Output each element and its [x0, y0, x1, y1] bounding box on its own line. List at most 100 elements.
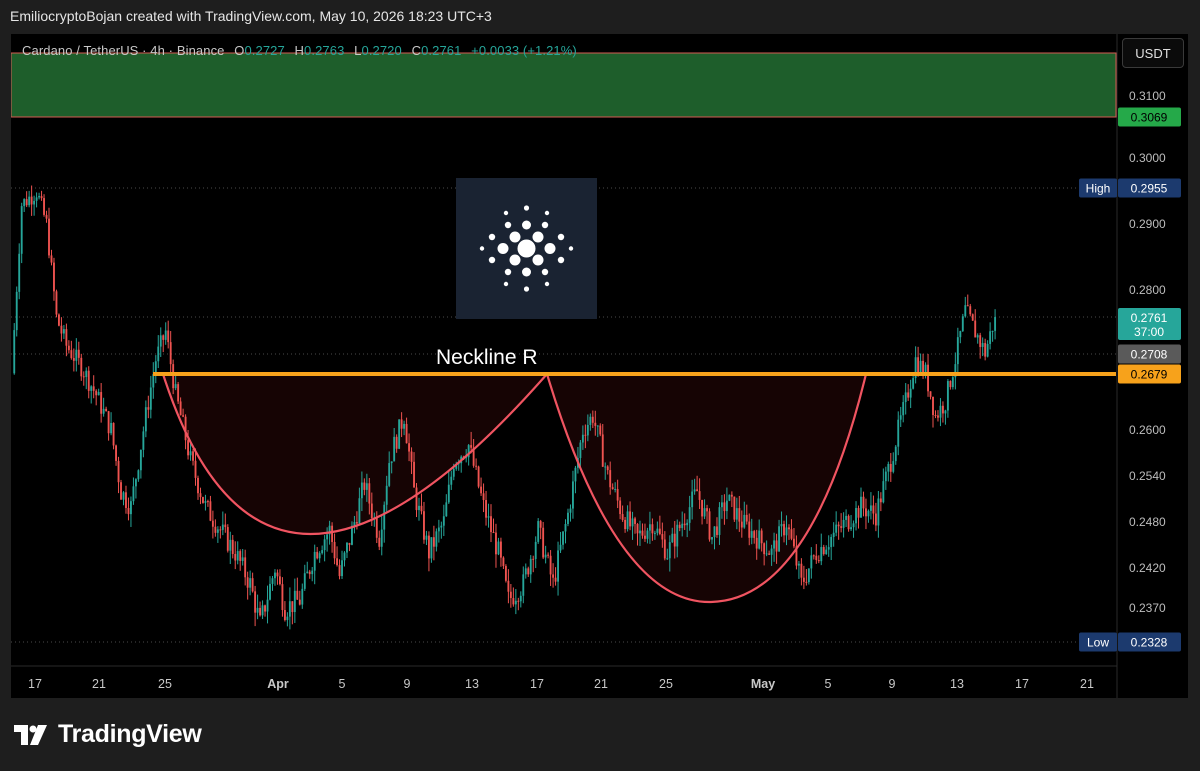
candle-body: [432, 537, 435, 547]
candle-body: [15, 291, 18, 331]
candle: [509, 584, 512, 608]
candle-body: [380, 529, 383, 547]
candle: [899, 406, 902, 427]
candle: [941, 401, 944, 423]
candle-body: [92, 386, 95, 391]
candle-body: [157, 346, 160, 362]
candle: [224, 513, 227, 533]
candle: [197, 475, 199, 500]
candle-body: [542, 527, 545, 558]
chart-panel[interactable]: Neckline R 0.3100 0.3000 0.2900 0.2800 0.260…: [11, 34, 1188, 698]
candle: [522, 566, 525, 604]
candle: [346, 541, 348, 559]
candle-body: [276, 572, 279, 577]
candle-body: [666, 558, 669, 560]
candle: [534, 536, 537, 569]
candle-body: [981, 343, 984, 347]
candle: [567, 508, 569, 527]
candle: [343, 551, 346, 567]
candle-body: [793, 538, 795, 547]
candle-body: [415, 487, 418, 511]
price-badge-tag: High: [1086, 182, 1111, 196]
candle: [110, 412, 113, 436]
price-badge-value: 0.2708: [1131, 348, 1168, 362]
candle: [256, 594, 259, 620]
open-label: O: [234, 43, 245, 58]
candle-body: [107, 411, 110, 434]
candle: [25, 191, 28, 208]
candle-body: [249, 578, 252, 588]
candle-body: [331, 525, 334, 542]
candle-body: [266, 599, 269, 612]
candle: [134, 478, 137, 499]
candle-body: [234, 553, 237, 561]
candle: [986, 340, 989, 358]
price-chart[interactable]: Neckline R 0.3100 0.3000 0.2900 0.2800 0.260…: [11, 34, 1188, 698]
candle-body: [351, 525, 353, 545]
candle: [23, 198, 26, 212]
candle: [313, 544, 316, 585]
candle-body: [865, 508, 867, 517]
candle: [912, 374, 915, 390]
candle: [830, 534, 833, 561]
candle-body: [929, 391, 932, 397]
candle: [231, 534, 234, 559]
tradingview-logo[interactable]: TradingView: [14, 720, 202, 749]
candle: [95, 389, 98, 406]
time-tick-label: 17: [28, 677, 42, 691]
candle-body: [693, 489, 696, 492]
candle-body: [621, 514, 624, 520]
candle: [902, 395, 905, 423]
candle-body: [696, 489, 699, 492]
candle: [144, 400, 147, 438]
candle-body: [616, 489, 619, 501]
candle-body: [524, 568, 527, 575]
candle-body: [648, 524, 651, 531]
candle: [102, 397, 105, 417]
candle-body: [872, 505, 875, 514]
candle: [266, 585, 269, 624]
candle-body: [274, 572, 276, 579]
candle: [557, 541, 559, 596]
candle: [425, 530, 428, 546]
candle-body: [197, 477, 199, 494]
candle-body: [773, 540, 776, 549]
candle: [259, 601, 262, 617]
candle: [271, 575, 274, 591]
candle-body: [385, 485, 388, 505]
candle-body: [644, 535, 646, 539]
candle-body: [907, 392, 910, 398]
candle: [254, 585, 257, 627]
candle: [336, 546, 338, 567]
candle-body: [686, 522, 689, 526]
candle: [894, 445, 897, 465]
price-tick-label: 0.2420: [1129, 561, 1166, 575]
candle-body: [33, 200, 36, 205]
brand-name: TradingView: [58, 720, 202, 748]
price-badge-value: 0.2328: [1131, 636, 1168, 650]
candle-body: [134, 479, 137, 487]
candle-body: [706, 508, 708, 512]
currency-button[interactable]: USDT: [1122, 38, 1184, 68]
candle-body: [835, 524, 838, 533]
close-label: C: [411, 43, 422, 58]
candle-body: [532, 558, 535, 560]
candle-body: [127, 507, 130, 515]
candle-body: [341, 560, 343, 577]
candle: [951, 374, 954, 390]
candle: [728, 494, 731, 502]
candle-body: [393, 436, 396, 462]
candle: [120, 479, 122, 500]
candle: [524, 563, 527, 579]
candle: [125, 485, 127, 514]
candle-body: [378, 537, 381, 547]
candle: [800, 558, 803, 586]
time-tick-label: 25: [158, 677, 172, 691]
candle-body: [591, 416, 594, 423]
candle: [547, 552, 550, 559]
candle-body: [55, 291, 58, 315]
candle-body: [837, 524, 840, 527]
candle-body: [303, 573, 306, 589]
symbol-legend[interactable]: Cardano / TetherUS · 4h · Binance O0.272…: [22, 43, 577, 58]
candle: [892, 452, 895, 474]
